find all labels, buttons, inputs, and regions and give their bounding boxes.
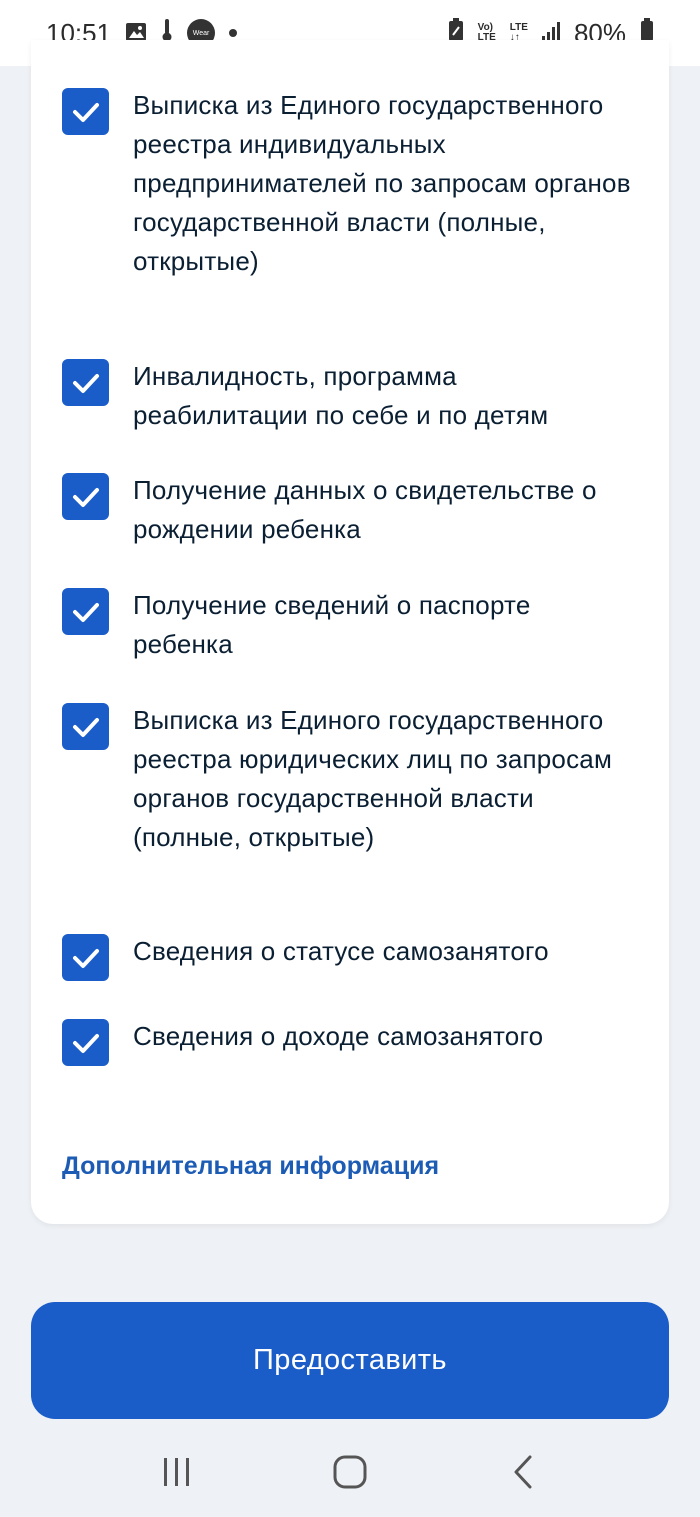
recent-apps-button[interactable] [147,1442,207,1502]
recent-apps-icon [163,1457,189,1486]
permission-item[interactable]: Инвалидность, программа реабилитации по … [62,357,632,435]
checkbox-checked[interactable] [62,1019,109,1066]
permissions-card: Выписка из Единого государственного реес… [31,40,669,1224]
permission-label: Сведения о доходе самозанятого [133,1021,544,1051]
permission-label: Выписка из Единого государственного реес… [133,90,631,276]
back-button[interactable] [493,1442,553,1502]
submit-button[interactable]: Предоставить [31,1302,669,1419]
check-icon [72,1033,99,1053]
check-icon [72,102,99,122]
permission-item[interactable]: Выписка из Единого государственного реес… [62,701,632,857]
checkbox-checked[interactable] [62,703,109,750]
permission-item[interactable]: Выписка из Единого государственного реес… [62,86,632,281]
permission-item[interactable]: Получение данных о свидетельстве о рожде… [62,471,632,549]
home-icon [333,1455,367,1488]
check-icon [72,948,99,968]
permission-label: Инвалидность, программа реабилитации по … [133,361,549,430]
notification-dot-icon [229,29,238,37]
permission-label: Получение данных о свидетельстве о рожде… [133,475,597,544]
back-icon [514,1455,532,1488]
check-icon [72,602,99,622]
checkbox-checked[interactable] [62,473,109,520]
more-info-link[interactable]: Дополнительная информация [62,1152,439,1181]
checkbox-checked[interactable] [62,588,109,635]
check-icon [72,487,99,507]
permission-item[interactable]: Сведения о статусе самозанятого [62,932,632,981]
home-button[interactable] [320,1442,380,1502]
checkbox-checked[interactable] [62,359,109,406]
check-icon [72,717,99,737]
check-icon [72,373,99,393]
permission-label: Выписка из Единого государственного реес… [133,705,613,852]
permission-item[interactable]: Сведения о доходе самозанятого [62,1017,632,1066]
system-nav-bar [0,1426,700,1517]
permission-label: Сведения о статусе самозанятого [133,936,549,966]
checkbox-checked[interactable] [62,88,109,135]
checkbox-checked[interactable] [62,934,109,981]
permission-label: Получение сведений о паспорте ребенка [133,590,531,659]
permission-item[interactable]: Получение сведений о паспорте ребенка [62,586,632,664]
